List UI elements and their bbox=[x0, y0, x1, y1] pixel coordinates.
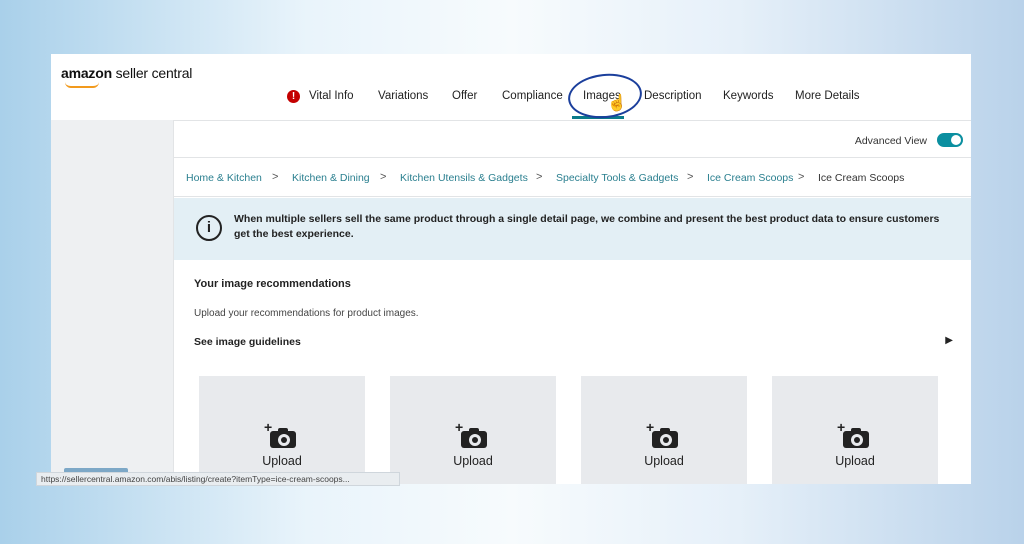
breadcrumb-item[interactable]: Specialty Tools & Gadgets bbox=[556, 172, 678, 184]
breadcrumb: Home & Kitchen > Kitchen & Dining > Kitc… bbox=[174, 157, 971, 197]
image-upload-slot[interactable]: + Upload bbox=[772, 376, 938, 484]
image-upload-slot[interactable]: + Upload bbox=[390, 376, 556, 484]
upload-label: Upload bbox=[262, 454, 302, 468]
upload-label: Upload bbox=[835, 454, 875, 468]
breadcrumb-separator: > bbox=[687, 171, 694, 183]
add-photo-camera-icon: + bbox=[646, 420, 678, 448]
tab-variations[interactable]: Variations bbox=[378, 90, 428, 102]
logo-product: seller central bbox=[111, 65, 193, 81]
browser-window: amazon seller central ! Vital Info Varia… bbox=[51, 54, 971, 484]
exclamation-icon: ! bbox=[287, 90, 300, 103]
breadcrumb-item[interactable]: Ice Cream Scoops bbox=[707, 172, 793, 184]
breadcrumb-separator: > bbox=[536, 171, 543, 183]
add-photo-camera-icon: + bbox=[264, 420, 296, 448]
image-upload-slot[interactable]: + Upload bbox=[581, 376, 747, 484]
breadcrumb-separator: > bbox=[380, 171, 387, 183]
hand-cursor-icon: ☝ bbox=[607, 95, 627, 112]
browser-status-bar-url: https://sellercentral.amazon.com/abis/li… bbox=[36, 472, 400, 486]
upload-label: Upload bbox=[644, 454, 684, 468]
info-banner-text: When multiple sellers sell the same prod… bbox=[234, 213, 940, 240]
breadcrumb-separator: > bbox=[798, 171, 805, 183]
tab-keywords[interactable]: Keywords bbox=[723, 90, 774, 102]
breadcrumb-separator: > bbox=[272, 171, 279, 183]
breadcrumb-current: Ice Cream Scoops bbox=[818, 172, 905, 184]
top-bar: amazon seller central ! Vital Info Varia… bbox=[51, 54, 971, 122]
add-photo-camera-icon: + bbox=[455, 420, 487, 448]
info-banner: i When multiple sellers sell the same pr… bbox=[174, 198, 971, 260]
upload-label: Upload bbox=[453, 454, 493, 468]
tab-vital-info[interactable]: Vital Info bbox=[309, 90, 354, 102]
amazon-smile-logo-mark bbox=[65, 82, 99, 88]
left-sidebar bbox=[51, 120, 173, 484]
info-icon: i bbox=[196, 215, 222, 241]
tab-more-details[interactable]: More Details bbox=[795, 90, 860, 102]
tab-offer[interactable]: Offer bbox=[452, 90, 477, 102]
advanced-view-label: Advanced View bbox=[854, 135, 927, 147]
breadcrumb-item[interactable]: Kitchen & Dining bbox=[292, 172, 370, 184]
main-content: Advanced View Home & Kitchen > Kitchen &… bbox=[173, 120, 971, 484]
section-title: Your image recommendations bbox=[194, 278, 351, 290]
highlight-annotation-circle bbox=[565, 70, 645, 122]
add-photo-camera-icon: + bbox=[837, 420, 869, 448]
tab-description[interactable]: Description bbox=[644, 90, 702, 102]
breadcrumb-item[interactable]: Kitchen Utensils & Gadgets bbox=[400, 172, 528, 184]
breadcrumb-item[interactable]: Home & Kitchen bbox=[186, 172, 262, 184]
amazon-seller-central-logo[interactable]: amazon seller central bbox=[61, 65, 192, 81]
logo-brand: amazon bbox=[61, 65, 112, 81]
image-guidelines-link[interactable]: See image guidelines bbox=[194, 336, 301, 348]
section-description: Upload your recommendations for product … bbox=[194, 308, 419, 319]
expand-arrow-icon[interactable]: ▶ bbox=[945, 335, 953, 346]
tab-compliance[interactable]: Compliance bbox=[502, 90, 563, 102]
image-upload-slot[interactable]: + Upload bbox=[199, 376, 365, 484]
advanced-view-toggle[interactable] bbox=[937, 133, 963, 147]
